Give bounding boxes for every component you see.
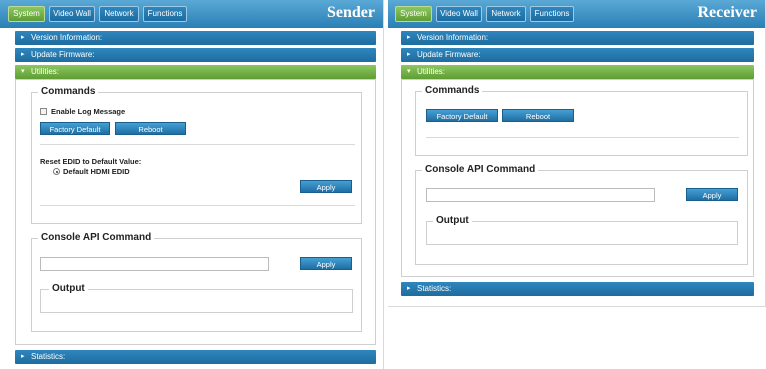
section-label: Version Information:: [417, 33, 489, 42]
tab-functions[interactable]: Functions: [530, 6, 574, 22]
section-statistics[interactable]: ▸ Statistics:: [15, 350, 376, 364]
enable-log-label: Enable Log Message: [51, 107, 126, 116]
chevron-right-icon: ▸: [21, 34, 25, 41]
reboot-button[interactable]: Reboot: [502, 109, 574, 122]
sender-top-bar: System Video Wall Network Functions Send…: [0, 0, 383, 28]
section-label: Utilities:: [31, 67, 60, 76]
tab-functions[interactable]: Functions: [143, 6, 187, 22]
tab-system[interactable]: System: [8, 6, 45, 22]
default-hdmi-edid-label: Default HDMI EDID: [63, 167, 130, 176]
section-label: Version Information:: [31, 33, 103, 42]
divider: [426, 137, 739, 138]
section-statistics[interactable]: ▸ Statistics:: [401, 282, 754, 296]
chevron-down-icon: ▾: [21, 68, 25, 75]
section-label: Update Firmware:: [417, 50, 481, 59]
utilities-content: Commands Enable Log Message Factory Defa…: [15, 79, 376, 345]
section-label: Statistics:: [417, 284, 452, 293]
receiver-panel: System Video Wall Network Functions Rece…: [388, 0, 766, 307]
output-legend: Output: [49, 283, 88, 294]
reset-edid-label: Reset EDID to Default Value:: [40, 157, 142, 166]
sender-panel: System Video Wall Network Functions Send…: [0, 0, 384, 369]
chevron-right-icon: ▸: [407, 285, 411, 292]
tab-network[interactable]: Network: [99, 6, 139, 22]
receiver-top-bar: System Video Wall Network Functions Rece…: [388, 0, 765, 28]
chevron-right-icon: ▸: [21, 51, 25, 58]
tab-video-wall[interactable]: Video Wall: [436, 6, 482, 22]
section-utilities[interactable]: ▾ Utilities:: [15, 65, 376, 79]
reboot-button[interactable]: Reboot: [115, 122, 186, 135]
receiver-title: Receiver: [697, 4, 757, 21]
commands-legend: Commands: [422, 85, 483, 96]
section-update-firmware[interactable]: ▸ Update Firmware:: [15, 48, 376, 62]
divider: [40, 205, 355, 206]
apply-console-button[interactable]: Apply: [686, 188, 738, 201]
output-fieldset: Output: [40, 283, 353, 313]
commands-fieldset: Commands Factory Default Reboot: [415, 85, 748, 156]
utilities-content: Commands Factory Default Reboot Console …: [401, 79, 754, 277]
tab-network[interactable]: Network: [486, 6, 526, 22]
section-version-information[interactable]: ▸ Version Information:: [401, 31, 754, 45]
output-fieldset: Output: [426, 215, 738, 245]
apply-console-button[interactable]: Apply: [300, 257, 352, 270]
section-utilities[interactable]: ▾ Utilities:: [401, 65, 754, 79]
section-label: Utilities:: [417, 67, 446, 76]
chevron-right-icon: ▸: [21, 353, 25, 360]
section-version-information[interactable]: ▸ Version Information:: [15, 31, 376, 45]
console-api-input[interactable]: [426, 188, 655, 202]
tab-video-wall[interactable]: Video Wall: [49, 6, 95, 22]
section-label: Update Firmware:: [31, 50, 95, 59]
console-api-legend: Console API Command: [38, 232, 155, 243]
chevron-down-icon: ▾: [407, 68, 411, 75]
section-label: Statistics:: [31, 352, 66, 361]
divider: [40, 144, 355, 145]
default-hdmi-edid-radio[interactable]: [53, 168, 60, 175]
enable-log-checkbox[interactable]: [40, 108, 47, 115]
commands-legend: Commands: [38, 86, 99, 97]
console-api-input[interactable]: [40, 257, 269, 271]
sender-title: Sender: [327, 4, 375, 21]
factory-default-button[interactable]: Factory Default: [426, 109, 498, 122]
console-api-legend: Console API Command: [422, 164, 539, 175]
output-legend: Output: [433, 215, 472, 226]
console-api-fieldset: Console API Command Apply Output: [415, 164, 748, 265]
commands-fieldset: Commands Enable Log Message Factory Defa…: [31, 86, 362, 224]
chevron-right-icon: ▸: [407, 51, 411, 58]
factory-default-button[interactable]: Factory Default: [40, 122, 110, 135]
console-api-fieldset: Console API Command Apply Output: [31, 232, 362, 332]
chevron-right-icon: ▸: [407, 34, 411, 41]
apply-edid-button[interactable]: Apply: [300, 180, 352, 193]
section-update-firmware[interactable]: ▸ Update Firmware:: [401, 48, 754, 62]
tab-system[interactable]: System: [395, 6, 432, 22]
